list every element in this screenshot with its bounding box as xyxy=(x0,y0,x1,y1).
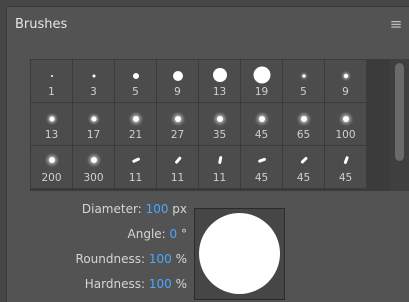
brush-size-label: 11 xyxy=(170,172,185,184)
brush-tip-circle xyxy=(199,213,280,294)
brush-preset[interactable]: 45 xyxy=(283,146,324,188)
brush-tip-icon xyxy=(172,71,183,81)
brush-preset[interactable]: 9 xyxy=(325,60,366,102)
brush-preset[interactable]: 19 xyxy=(241,60,282,102)
brush-size-label: 300 xyxy=(83,172,104,184)
hardness-unit: % xyxy=(175,277,187,291)
brush-size-label: 45 xyxy=(338,172,353,184)
brush-size-label: 13 xyxy=(44,129,59,141)
brush-tip-icon xyxy=(342,116,349,122)
brush-preset[interactable]: 45 xyxy=(325,146,366,188)
brush-preset[interactable]: 27 xyxy=(157,103,198,145)
brush-preset[interactable]: 65 xyxy=(283,103,324,145)
angle-label: Angle: xyxy=(127,227,166,241)
panel-title: Brushes xyxy=(15,17,68,32)
brush-tip-icon xyxy=(258,116,265,122)
brush-tip-icon xyxy=(49,116,54,122)
brush-size-label: 45 xyxy=(296,172,311,184)
brush-preset[interactable]: 35 xyxy=(199,103,240,145)
brush-tip-icon xyxy=(132,116,139,122)
brush-tip-icon xyxy=(343,74,348,78)
brush-size-label: 17 xyxy=(86,129,101,141)
brush-tip-icon xyxy=(257,157,266,163)
brush-size-label: 45 xyxy=(254,172,269,184)
scrollbar-thumb[interactable] xyxy=(395,63,404,161)
hamburger-menu-icon[interactable]: ≡ xyxy=(388,16,404,32)
brush-preset[interactable]: 100 xyxy=(325,103,366,145)
brush-tip-icon xyxy=(92,74,95,78)
brush-tip-icon xyxy=(212,68,227,82)
brush-size-label: 21 xyxy=(128,129,143,141)
brush-preset[interactable]: 11 xyxy=(199,146,240,188)
brush-preset[interactable]: 200 xyxy=(31,146,72,188)
brush-presets-grid: 1 3 5 9 13 19 5 9 13 17 21 27 35 45 65 100 200 300 11 11 11 4… xyxy=(30,59,409,191)
brush-preset[interactable]: 5 xyxy=(283,60,324,102)
brush-size-label: 27 xyxy=(170,129,185,141)
brush-tip-icon xyxy=(131,157,140,163)
brush-preset[interactable]: 45 xyxy=(241,146,282,188)
brush-preset[interactable]: 13 xyxy=(199,60,240,102)
roundness-value[interactable]: 100 xyxy=(149,252,176,266)
hardness-label: Hardness: xyxy=(84,277,146,291)
brush-tip-icon xyxy=(174,116,181,122)
brush-tip-icon xyxy=(90,157,97,163)
angle-unit: ° xyxy=(181,227,187,241)
brush-preset[interactable]: 13 xyxy=(31,103,72,145)
brush-grid: 1 3 5 9 13 19 5 9 13 17 21 27 35 45 65 100 200 300 11 11 11 4… xyxy=(31,60,366,188)
diameter-value[interactable]: 100 xyxy=(146,202,173,216)
angle-value[interactable]: 0 xyxy=(170,227,181,241)
brush-preset[interactable]: 45 xyxy=(241,103,282,145)
brush-size-label: 3 xyxy=(90,86,97,98)
brush-size-label: 100 xyxy=(335,129,356,141)
brush-tip-icon xyxy=(217,155,222,165)
roundness-unit: % xyxy=(175,252,187,266)
brush-preset[interactable]: 3 xyxy=(73,60,114,102)
brush-size-label: 65 xyxy=(296,129,311,141)
roundness-label: Roundness: xyxy=(75,252,146,266)
brush-tip-icon xyxy=(91,116,96,122)
grid-scrollbar[interactable] xyxy=(390,59,409,191)
brush-tip-icon xyxy=(216,116,223,122)
brush-size-label: 9 xyxy=(174,86,181,98)
diameter-label: Diameter: xyxy=(81,202,142,216)
brush-preset[interactable]: 11 xyxy=(115,146,156,188)
brush-size-label: 200 xyxy=(41,172,62,184)
brush-size-label: 11 xyxy=(212,172,227,184)
brush-size-label: 5 xyxy=(132,86,139,98)
diameter-unit: px xyxy=(172,202,187,216)
brush-tip-icon xyxy=(50,75,53,77)
brush-tip-icon xyxy=(299,156,308,164)
brush-tip-icon xyxy=(302,74,305,78)
brush-preset[interactable]: 17 xyxy=(73,103,114,145)
brush-size-label: 35 xyxy=(212,129,227,141)
brush-tip-icon xyxy=(173,156,182,164)
roundness-row: Roundness: 100 % xyxy=(76,252,187,270)
brushes-panel: Brushes ≡ 1 3 5 9 13 19 5 9 13 17 21 27 35 45 65 100 200… xyxy=(6,6,409,302)
brush-size-label: 19 xyxy=(254,86,269,98)
brush-preset[interactable]: 300 xyxy=(73,146,114,188)
brush-size-label: 45 xyxy=(254,129,269,141)
brush-preset[interactable]: 1 xyxy=(31,60,72,102)
brush-tip-icon xyxy=(300,116,307,122)
brush-preset[interactable]: 11 xyxy=(157,146,198,188)
brush-tip-icon xyxy=(48,157,55,163)
brush-size-label: 13 xyxy=(212,86,227,98)
brush-size-label: 5 xyxy=(300,86,307,98)
brush-preset[interactable]: 5 xyxy=(115,60,156,102)
brush-tip-preview[interactable] xyxy=(194,208,285,300)
panel-header: Brushes ≡ xyxy=(7,7,409,43)
brush-preset[interactable]: 9 xyxy=(157,60,198,102)
brush-tip-icon xyxy=(132,73,139,79)
brush-tip-icon xyxy=(342,155,349,165)
brush-size-label: 11 xyxy=(128,172,143,184)
brush-tip-icon xyxy=(253,66,270,84)
brush-size-label: 9 xyxy=(342,86,349,98)
brush-preset[interactable]: 21 xyxy=(115,103,156,145)
hardness-value[interactable]: 100 xyxy=(149,277,176,291)
hardness-row: Hardness: 100 % xyxy=(85,277,187,295)
diameter-row: Diameter: 100 px xyxy=(82,202,187,220)
angle-row: Angle: 0 ° xyxy=(128,227,187,245)
brush-size-label: 1 xyxy=(48,86,55,98)
